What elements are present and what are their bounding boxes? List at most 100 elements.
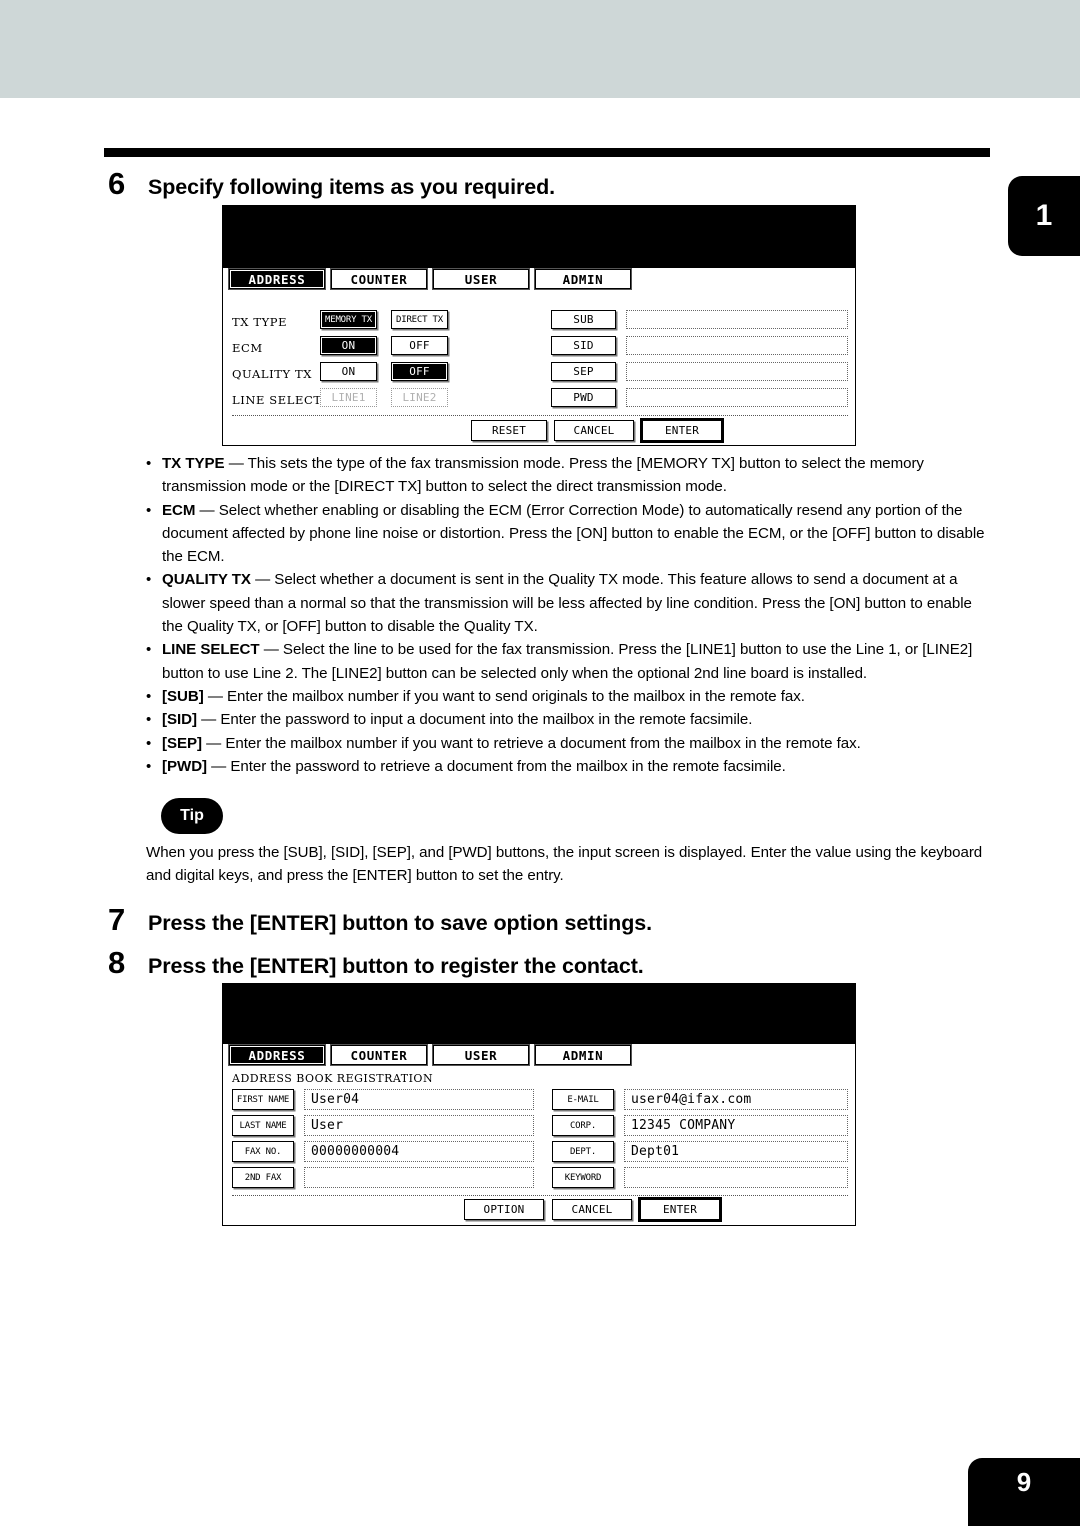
button-sub[interactable]: SUB (551, 310, 616, 329)
button-option[interactable]: OPTION (464, 1199, 544, 1220)
tab2-counter[interactable]: COUNTER (331, 1045, 427, 1065)
bullet-text: ECM — Select whether enabling or disabli… (162, 499, 991, 569)
tab2-user[interactable]: USER (433, 1045, 529, 1065)
button-2nd-fax[interactable]: 2ND FAX (232, 1167, 294, 1188)
button-memory-tx-label: MEMORY TX (325, 314, 372, 325)
list-item: • QUALITY TX — Select whether a document… (146, 568, 991, 638)
button-sid[interactable]: SID (551, 336, 616, 355)
chapter-marker: 1 (1008, 176, 1080, 256)
field-sid[interactable] (626, 336, 848, 355)
step-6: 6 Specify following items as you require… (108, 166, 555, 202)
button-first-name[interactable]: FIRST NAME (232, 1089, 294, 1110)
field-corp[interactable]: 12345 COMPANY (624, 1115, 848, 1136)
field-dept[interactable]: Dept01 (624, 1141, 848, 1162)
tip-badge: Tip (161, 798, 223, 834)
bullet-term: QUALITY TX (162, 571, 251, 589)
field-sep[interactable] (626, 362, 848, 381)
bullet-dot: • (146, 641, 152, 659)
tab-counter[interactable]: COUNTER (331, 269, 427, 289)
tab-user[interactable]: USER (433, 269, 529, 289)
step-8-title: Press the [ENTER] button to register the… (148, 954, 644, 978)
field-email[interactable]: user04@ifax.com (624, 1089, 848, 1110)
button-enter-options[interactable]: ENTER (642, 420, 722, 441)
button-email-label: E-MAIL (567, 1094, 599, 1105)
button-cancel-registration[interactable]: CANCEL (552, 1199, 632, 1220)
button-ecm-off[interactable]: OFF (391, 336, 448, 355)
button-fax-no[interactable]: FAX NO. (232, 1141, 294, 1162)
button-line1[interactable]: LINE1 (320, 388, 377, 407)
button-memory-tx[interactable]: MEMORY TX (320, 310, 377, 329)
list-item: • ECM — Select whether enabling or disab… (146, 499, 991, 569)
address-book-registration-screen: ADDRESS COUNTER USER ADMIN ADDRESS BOOK … (222, 983, 856, 1226)
tab2-counter-label: COUNTER (350, 1047, 408, 1063)
bullet-dash: — (207, 757, 231, 775)
button-pwd-label: PWD (573, 391, 594, 404)
step-7-title: Press the [ENTER] button to save option … (148, 911, 652, 935)
bullet-dot: • (146, 501, 152, 519)
bullet-body: Select the line to be used for the fax t… (162, 641, 973, 682)
lcd2-divider (232, 1195, 848, 1196)
bullet-term: [SUB] (162, 687, 204, 705)
button-line2[interactable]: LINE2 (391, 388, 448, 407)
button-ecm-on[interactable]: ON (320, 336, 377, 355)
lcd1-tab-bar[interactable]: ADDRESS COUNTER USER ADMIN (229, 269, 631, 289)
tab-user-label: USER (464, 271, 498, 287)
bullet-term: LINE SELECT (162, 641, 260, 659)
field-keyword[interactable] (624, 1167, 848, 1188)
step-6-title: Specify following items as you required. (148, 175, 555, 199)
lcd2-tab-bar[interactable]: ADDRESS COUNTER USER ADMIN (229, 1045, 631, 1065)
button-enter-registration[interactable]: ENTER (640, 1199, 720, 1220)
list-item: • [PWD] — Enter the password to retrieve… (146, 755, 991, 778)
bullet-text: [SUB] — Enter the mailbox number if you … (162, 685, 991, 708)
bullet-text: [PWD] — Enter the password to retrieve a… (162, 755, 991, 778)
button-pwd[interactable]: PWD (551, 388, 616, 407)
button-direct-tx[interactable]: DIRECT TX (391, 310, 448, 329)
field-pwd[interactable] (626, 388, 848, 407)
label-quality-tx: QUALITY TX (232, 367, 313, 381)
step-7: 7 Press the [ENTER] button to save optio… (108, 902, 652, 938)
button-cancel-registration-label: CANCEL (571, 1203, 613, 1216)
step-8-number: 8 (108, 945, 126, 980)
button-dept[interactable]: DEPT. (552, 1141, 614, 1162)
field-fax-no[interactable]: 00000000004 (304, 1141, 534, 1162)
bullet-dot: • (146, 687, 152, 705)
button-keyword[interactable]: KEYWORD (552, 1167, 614, 1188)
bullet-dash: — (202, 734, 226, 752)
list-item: • [SID] — Enter the password to input a … (146, 708, 991, 731)
lcd1-divider (232, 415, 848, 416)
bullet-dot: • (146, 455, 152, 472)
tab2-admin-label: ADMIN (562, 1047, 604, 1063)
button-quality-off-label: OFF (409, 365, 430, 378)
button-email[interactable]: E-MAIL (552, 1089, 614, 1110)
bullet-term: [SID] (162, 711, 197, 729)
button-2nd-fax-label: 2ND FAX (244, 1172, 282, 1183)
field-first-name[interactable]: User04 (304, 1089, 534, 1110)
field-sub[interactable] (626, 310, 848, 329)
field-last-name[interactable]: User (304, 1115, 534, 1136)
tab-admin[interactable]: ADMIN (535, 269, 631, 289)
field-2nd-fax[interactable] (304, 1167, 534, 1188)
section-rule (104, 148, 990, 157)
button-quality-on[interactable]: ON (320, 362, 377, 381)
button-cancel-options[interactable]: CANCEL (554, 420, 634, 441)
bullet-text: [SEP] — Enter the mailbox number if you … (162, 732, 991, 755)
button-last-name-label: LAST NAME (239, 1120, 287, 1131)
button-last-name[interactable]: LAST NAME (232, 1115, 294, 1136)
button-sep-label: SEP (573, 365, 594, 378)
button-corp[interactable]: CORP. (552, 1115, 614, 1136)
bullet-dash: — (250, 571, 275, 589)
list-item: • [SEP] — Enter the mailbox number if yo… (146, 732, 991, 755)
button-sep[interactable]: SEP (551, 362, 616, 381)
bullet-dash: — (195, 501, 219, 519)
button-reset[interactable]: RESET (471, 420, 547, 441)
list-item: • TX TYPE — This sets the type of the fa… (146, 452, 991, 499)
step-7-number: 7 (108, 902, 126, 937)
button-quality-off[interactable]: OFF (391, 362, 448, 381)
button-enter-options-label: ENTER (664, 424, 700, 437)
bullet-text: QUALITY TX — Select whether a document i… (162, 568, 991, 638)
tab2-admin[interactable]: ADMIN (535, 1045, 631, 1065)
bullet-text: [SID] — Enter the password to input a do… (162, 708, 991, 731)
tab-address[interactable]: ADDRESS (229, 269, 325, 289)
tab2-address[interactable]: ADDRESS (229, 1045, 325, 1065)
step-8: 8 Press the [ENTER] button to register t… (108, 945, 644, 981)
